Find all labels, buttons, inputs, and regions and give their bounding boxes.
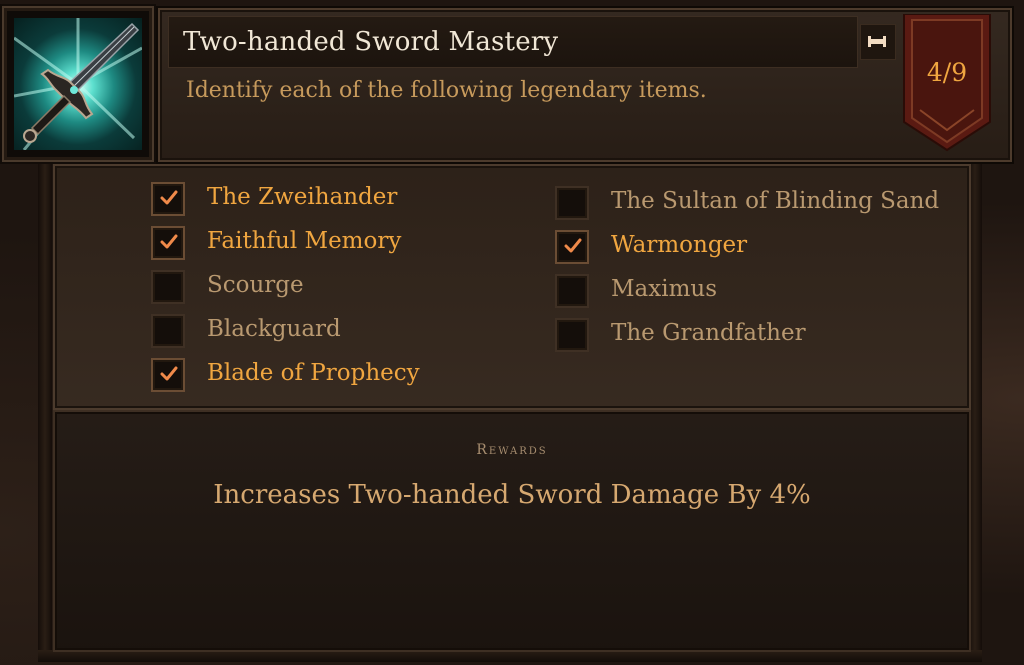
checkbox-unchecked xyxy=(555,274,589,308)
achievement-header: Two-handed Sword Mastery Identify each o… xyxy=(158,8,1012,162)
checkbox-checked xyxy=(151,226,185,260)
frame-rail-left xyxy=(38,160,52,660)
rewards-heading: Rewards xyxy=(476,442,548,458)
criteria-item: Scourge xyxy=(151,270,571,310)
checkbox-checked xyxy=(151,182,185,216)
checkbox-unchecked xyxy=(151,270,185,304)
achievement-title: Two-handed Sword Mastery xyxy=(183,27,559,57)
criteria-label: The Grandfather xyxy=(611,320,806,346)
checkmark-icon xyxy=(160,190,178,205)
checkbox-unchecked xyxy=(151,314,185,348)
rewards-panel: Rewards Increases Two-handed Sword Damag… xyxy=(53,410,971,652)
criteria-item: Maximus xyxy=(555,274,975,314)
criteria-item: The Grandfather xyxy=(555,318,975,358)
criteria-item: Blackguard xyxy=(151,314,571,354)
criteria-item: Faithful Memory xyxy=(151,226,571,266)
achievement-icon-frame xyxy=(2,6,154,162)
achievement-tooltip: Two-handed Sword Mastery Identify each o… xyxy=(0,0,1024,665)
title-bar: Two-handed Sword Mastery xyxy=(168,16,858,68)
criteria-item: Blade of Prophecy xyxy=(151,358,571,398)
progress-count: 4/9 xyxy=(926,58,968,87)
pin-button[interactable] xyxy=(860,24,896,60)
criteria-label: The Zweihander xyxy=(207,184,398,210)
checkbox-checked xyxy=(555,230,589,264)
checkmark-icon xyxy=(160,366,178,381)
criteria-label: Scourge xyxy=(207,272,304,298)
criteria-label: Maximus xyxy=(611,276,718,302)
checkbox-unchecked xyxy=(555,318,589,352)
two-handed-sword-icon xyxy=(14,18,142,150)
criteria-label: Warmonger xyxy=(611,232,748,258)
criteria-label: The Sultan of Blinding Sand xyxy=(611,188,940,214)
criteria-item: The Zweihander xyxy=(151,182,571,222)
criteria-label: Blackguard xyxy=(207,316,341,342)
checkbox-checked xyxy=(151,358,185,392)
criteria-item: Warmonger xyxy=(555,230,975,270)
progress-banner: 4/9 xyxy=(900,14,994,152)
checkbox-unchecked xyxy=(555,186,589,220)
criteria-label: Blade of Prophecy xyxy=(207,360,420,386)
rewards-text: Increases Two-handed Sword Damage By 4% xyxy=(213,480,811,510)
checkmark-icon xyxy=(160,234,178,249)
criteria-label: Faithful Memory xyxy=(207,228,402,254)
pin-icon xyxy=(868,36,886,47)
achievement-description: Identify each of the following legendary… xyxy=(186,78,707,103)
criteria-item: The Sultan of Blinding Sand xyxy=(555,186,975,226)
criteria-list: The Zweihander Faithful Memory Scourge Blac… xyxy=(53,164,971,410)
checkmark-icon xyxy=(564,238,582,253)
